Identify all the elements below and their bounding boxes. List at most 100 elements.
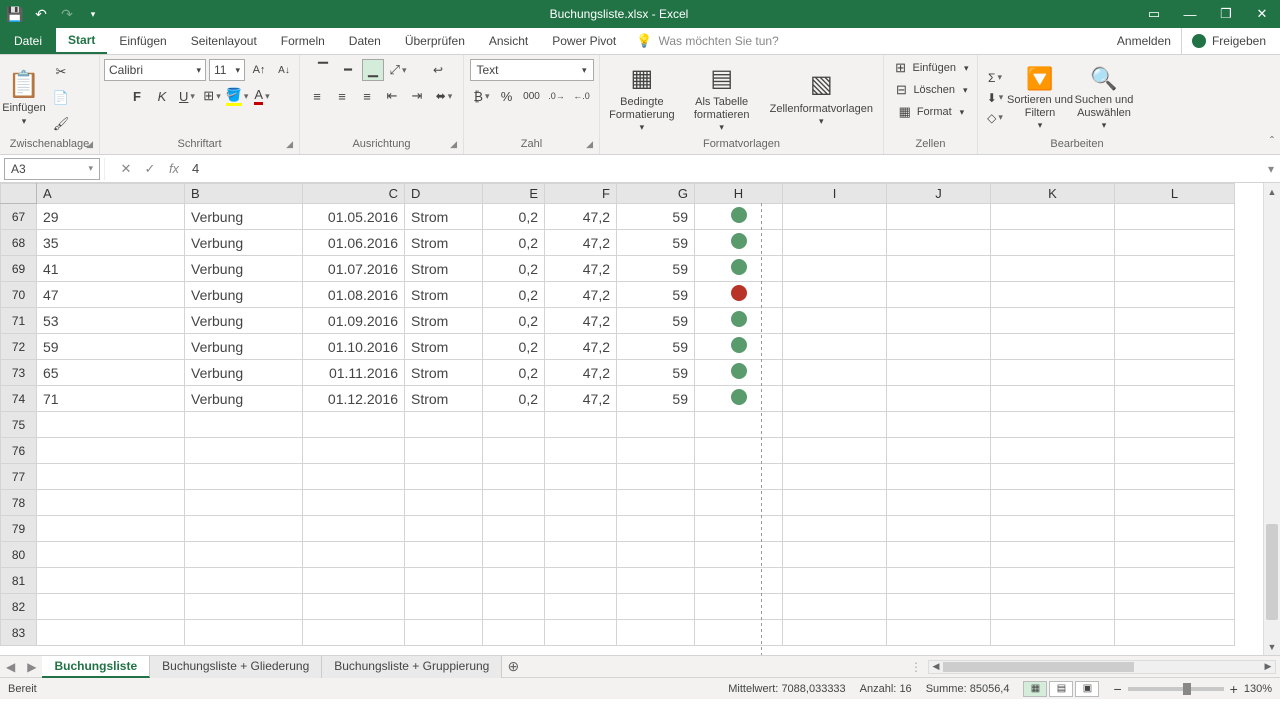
cell[interactable]: 47	[37, 282, 185, 308]
row-header[interactable]: 81	[1, 568, 37, 594]
cell[interactable]	[1115, 620, 1235, 646]
minimize-icon[interactable]: —	[1172, 0, 1208, 28]
cell[interactable]	[617, 464, 695, 490]
row-header[interactable]: 75	[1, 412, 37, 438]
sheet-tab[interactable]: Buchungsliste + Gruppierung	[322, 656, 502, 678]
bold-button[interactable]: F	[126, 85, 148, 107]
maximize-icon[interactable]: ❐	[1208, 0, 1244, 28]
cell[interactable]	[303, 438, 405, 464]
cell[interactable]	[887, 542, 991, 568]
cell[interactable]: 47,2	[545, 308, 617, 334]
cell[interactable]	[483, 412, 545, 438]
cell[interactable]	[405, 490, 483, 516]
cell[interactable]	[1115, 594, 1235, 620]
sheet-nav-prev-icon[interactable]: ◀	[0, 660, 21, 674]
sheet-tab[interactable]: Buchungsliste + Gliederung	[150, 656, 322, 678]
cell[interactable]	[185, 516, 303, 542]
cell[interactable]	[483, 620, 545, 646]
cell[interactable]	[887, 594, 991, 620]
select-all-cell[interactable]	[1, 184, 37, 204]
cell[interactable]	[545, 620, 617, 646]
scroll-up-icon[interactable]: ▲	[1264, 183, 1280, 200]
autosum-button[interactable]: Σ	[984, 69, 1006, 87]
cell[interactable]	[185, 490, 303, 516]
cell[interactable]: 0,2	[483, 308, 545, 334]
cell[interactable]	[37, 542, 185, 568]
horizontal-scrollbar[interactable]: ◀ ▶	[928, 660, 1276, 674]
cell[interactable]: Verbung	[185, 386, 303, 412]
cell[interactable]	[483, 542, 545, 568]
cell[interactable]: 01.08.2016	[303, 282, 405, 308]
cell[interactable]	[887, 204, 991, 230]
cell[interactable]	[991, 282, 1115, 308]
cell[interactable]: 41	[37, 256, 185, 282]
cell[interactable]: 0,2	[483, 360, 545, 386]
format-painter-button[interactable]: 🖌	[50, 113, 72, 135]
format-as-table-button[interactable]: ▤ Als Tabelle formatieren▾	[686, 62, 758, 133]
cell[interactable]	[695, 386, 783, 412]
cell[interactable]: 59	[617, 334, 695, 360]
tell-me-search[interactable]: 💡 Was möchten Sie tun?	[636, 28, 1117, 54]
underline-button[interactable]: U	[176, 85, 198, 107]
share-button[interactable]: Freigeben	[1181, 28, 1276, 54]
column-header[interactable]: I	[783, 184, 887, 204]
cell[interactable]	[783, 230, 887, 256]
cell[interactable]: 0,2	[483, 386, 545, 412]
row-header[interactable]: 67	[1, 204, 37, 230]
increase-indent-button[interactable]: ⇥	[406, 85, 428, 107]
cell[interactable]	[303, 620, 405, 646]
cell[interactable]: 53	[37, 308, 185, 334]
cell[interactable]	[545, 490, 617, 516]
cell[interactable]: Verbung	[185, 282, 303, 308]
accounting-button[interactable]: ₿	[471, 85, 493, 107]
cell[interactable]	[37, 464, 185, 490]
expand-formula-bar-icon[interactable]: ▾	[1262, 162, 1280, 176]
decrease-decimal-button[interactable]: ←.0	[571, 85, 593, 107]
cell[interactable]: Verbung	[185, 256, 303, 282]
cell[interactable]	[695, 490, 783, 516]
cell[interactable]: 47,2	[545, 230, 617, 256]
number-launcher[interactable]: ◢	[586, 139, 593, 150]
cell[interactable]: 01.07.2016	[303, 256, 405, 282]
sheet-tab[interactable]: Buchungsliste	[42, 656, 150, 678]
cell[interactable]	[783, 412, 887, 438]
cell[interactable]	[405, 542, 483, 568]
comma-button[interactable]: 000	[521, 85, 543, 107]
sort-filter-button[interactable]: 🔽 Sortieren und Filtern▾	[1010, 64, 1070, 131]
normal-view-button[interactable]: ▦	[1023, 681, 1047, 697]
cell[interactable]	[991, 334, 1115, 360]
page-break-view-button[interactable]: ▣	[1075, 681, 1099, 697]
cell[interactable]	[695, 542, 783, 568]
row-header[interactable]: 79	[1, 516, 37, 542]
cell[interactable]: 47,2	[545, 204, 617, 230]
cell[interactable]	[1115, 334, 1235, 360]
fill-button[interactable]: ⬇	[984, 89, 1006, 107]
cut-button[interactable]: ✂	[50, 61, 72, 83]
column-header[interactable]: F	[545, 184, 617, 204]
cell[interactable]	[405, 464, 483, 490]
cell[interactable]: Strom	[405, 230, 483, 256]
cell[interactable]	[695, 360, 783, 386]
column-header[interactable]: B	[185, 184, 303, 204]
cell[interactable]	[783, 516, 887, 542]
cell[interactable]	[1115, 256, 1235, 282]
cell[interactable]	[991, 516, 1115, 542]
row-header[interactable]: 82	[1, 594, 37, 620]
cell[interactable]	[991, 412, 1115, 438]
cell[interactable]	[991, 256, 1115, 282]
cell[interactable]: Verbung	[185, 230, 303, 256]
cell[interactable]	[783, 360, 887, 386]
row-header[interactable]: 74	[1, 386, 37, 412]
cell[interactable]	[1115, 490, 1235, 516]
cell[interactable]	[545, 516, 617, 542]
column-header[interactable]: L	[1115, 184, 1235, 204]
cell[interactable]: 47,2	[545, 334, 617, 360]
cell[interactable]	[887, 282, 991, 308]
insert-cells-button[interactable]: ⊞Einfügen▾	[891, 59, 971, 77]
zoom-out-button[interactable]: −	[1113, 681, 1121, 697]
cell[interactable]: 0,2	[483, 204, 545, 230]
wrap-text-button[interactable]: ↩	[425, 59, 451, 81]
cell[interactable]	[991, 464, 1115, 490]
cell[interactable]: 59	[617, 308, 695, 334]
ribbon-display-icon[interactable]: ▭	[1136, 0, 1172, 28]
